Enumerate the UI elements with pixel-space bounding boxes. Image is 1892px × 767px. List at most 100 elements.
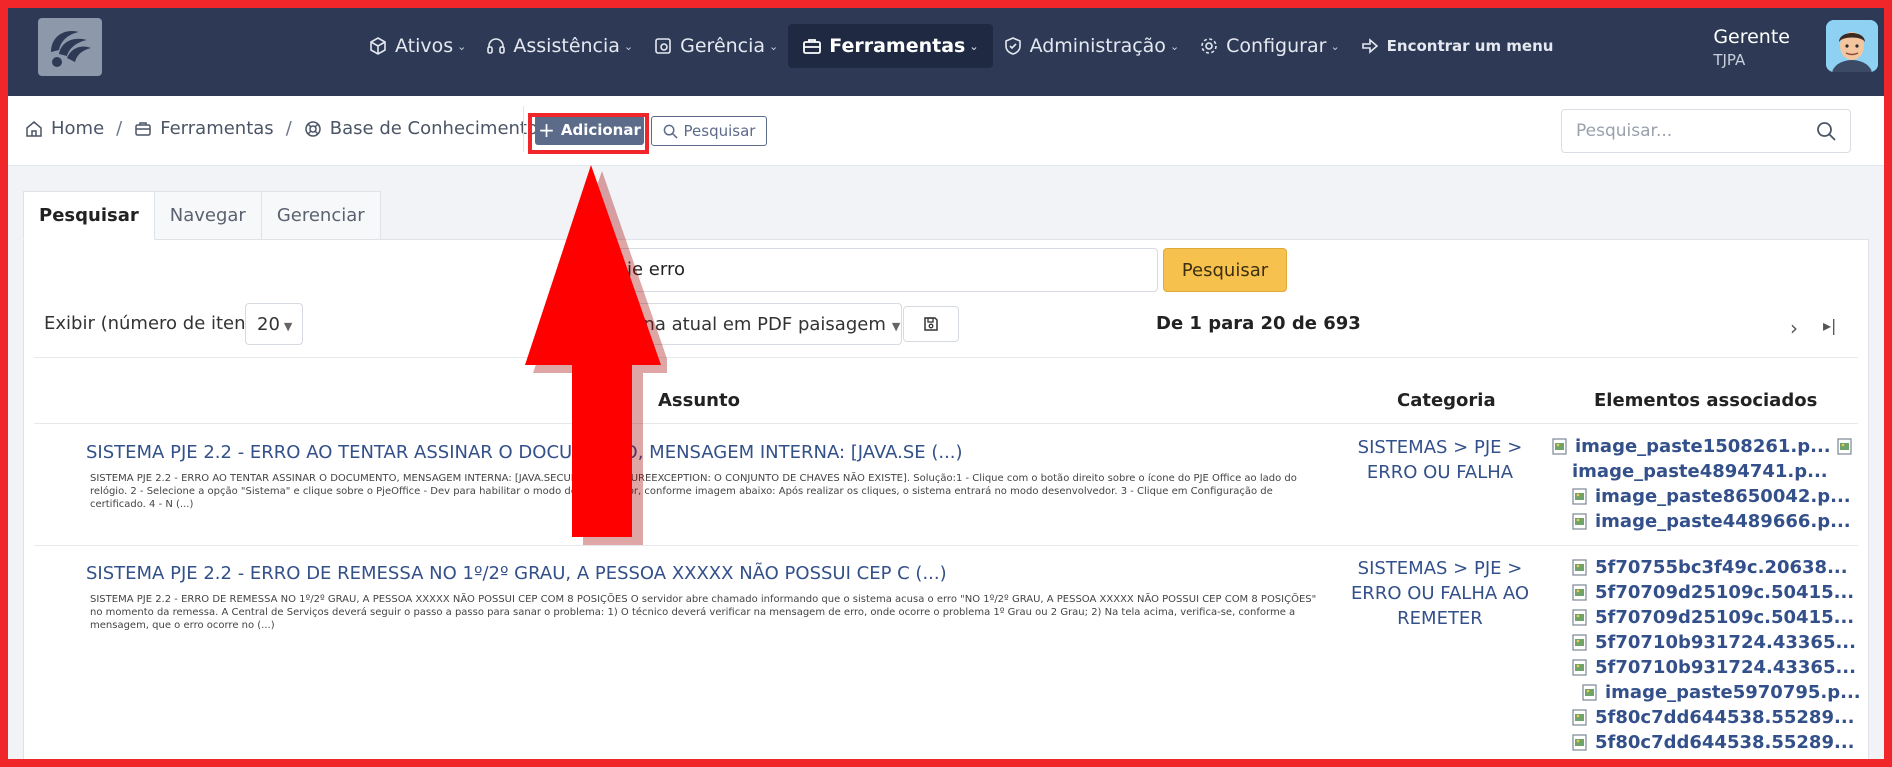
attachment-name: image_paste4894741.p... [1572,461,1828,482]
tab-browse[interactable]: Navegar [154,191,262,240]
image-file-icon [1552,438,1569,455]
attachment-link[interactable]: 5f70710b931724.43365... [1552,630,1860,655]
export-save-button[interactable] [903,306,959,342]
image-file-icon [1582,684,1599,701]
column-category[interactable]: Categoria [1397,390,1496,411]
tab-search[interactable]: Pesquisar [23,191,155,240]
briefcase-icon [802,36,822,56]
shield-icon [1003,36,1023,56]
attachment-link[interactable]: image_paste8650042.p... [1552,484,1860,509]
attachment-link[interactable]: image_paste5970795.p... [1552,680,1861,705]
avatar[interactable] [1826,20,1878,72]
attachment-name: image_paste1508261.p... [1575,436,1831,457]
user-info[interactable]: Gerente TJPA [1713,26,1790,69]
annotation-arrow-icon [525,165,667,545]
row-divider [34,545,1858,546]
kb-item-attachments: image_paste1508261.p... image_paste48947… [1552,434,1860,534]
attachment-link[interactable]: image_paste1508261.p... [1552,434,1860,459]
global-search [1561,109,1851,153]
breadcrumb-tools[interactable]: Ferramentas [160,118,273,139]
attachment-name: image_paste4489666.p... [1595,511,1851,532]
items-count-label: Exibir (número de itens) [44,313,262,334]
headset-icon [486,36,506,56]
image-file-icon [1837,438,1854,455]
menu-administracao[interactable]: Administração ⌄ [993,24,1190,68]
arrow-right-icon [1360,36,1380,56]
attachment-name: 5f80c7dd644538.55289... [1595,732,1855,753]
search-query-input[interactable]: je erro [614,248,1158,292]
page-toolbar: Home / Ferramentas / Base de Conheciment… [0,96,1892,166]
attachment-link[interactable]: image_paste4489666.p... [1552,509,1860,534]
cog-icon [1199,36,1219,56]
kb-item-attachments: 5f70755bc3f49c.20638... 5f70709d25109c.5… [1552,555,1861,755]
attachment-link[interactable]: 5f80c7dd644538.55289... [1552,705,1860,730]
column-subject[interactable]: Assunto [658,390,740,411]
menu-gerencia-label: Gerência [680,35,766,57]
menu-administracao-label: Administração [1029,35,1166,57]
image-file-icon [1572,513,1589,530]
caret-down-icon: ▼ [891,320,901,333]
image-file-icon [1572,584,1589,601]
attachment-link[interactable]: 5f70710b931724.43365... [1552,655,1860,680]
chevron-down-icon: ⌄ [1330,39,1340,53]
image-file-icon [1572,659,1589,676]
menu-ferramentas-label: Ferramentas [829,35,966,57]
menu-configurar[interactable]: Configurar ⌄ [1189,24,1350,68]
kb-item-subject-link[interactable]: SISTEMA PJE 2.2 - ERRO DE REMESSA NO 1º/… [86,563,947,584]
menu-configurar-label: Configurar [1226,35,1327,57]
tab-manage[interactable]: Gerenciar [261,191,381,240]
breadcrumb: Home / Ferramentas / Base de Conheciment… [25,118,538,139]
find-menu-link[interactable]: Encontrar um menu [1350,24,1564,68]
chevron-down-icon: ⌄ [769,39,779,53]
column-attachments: Elementos associados [1594,390,1818,411]
menu-gerencia[interactable]: Gerência ⌄ [643,24,788,68]
next-page-icon[interactable]: › [1790,316,1798,340]
last-page-icon[interactable]: ▸| [1823,316,1836,335]
attachment-name: 5f70709d25109c.50415... [1595,582,1855,603]
lifebuoy-icon [304,120,322,138]
category-line: ERRO OU FALHA AO [1350,583,1530,604]
breadcrumb-knowledge-base[interactable]: Base de Conhecimento [330,118,538,139]
attachment-name: 5f70709d25109c.50415... [1595,607,1855,628]
image-file-icon [1572,709,1589,726]
attachment-name: image_paste5970795.p... [1605,682,1861,703]
global-search-input[interactable] [1562,110,1802,152]
save-icon [923,316,939,332]
category-line: REMETER [1397,608,1483,629]
attachment-name: 5f80c7dd644538.55289... [1595,707,1855,728]
attachment-link[interactable]: image_paste4894741.p... [1552,459,1860,484]
attachment-link[interactable]: 5f80c7dd644538.55289... [1552,730,1860,755]
search-toggle-label: Pesquisar [683,122,756,140]
highlight-box [528,113,649,154]
attachment-link[interactable]: 5f70709d25109c.50415... [1552,580,1860,605]
kb-item-category[interactable]: SISTEMAS > PJE > ERRO OU FALHA [1338,435,1542,485]
user-org: TJPA [1713,51,1746,69]
user-name: Gerente [1713,26,1790,48]
menu-assistencia-label: Assistência [513,35,620,57]
home-icon [25,120,43,138]
search-icon[interactable] [1816,121,1836,141]
image-file-icon [1572,734,1589,751]
search-toggle-button[interactable]: Pesquisar [651,116,767,146]
chevron-down-icon: ⌄ [969,39,979,53]
tab-bar: Pesquisar Navegar Gerenciar [23,191,381,240]
menu-assistencia[interactable]: Assistência ⌄ [476,24,643,68]
logo-icon [51,30,91,67]
items-count-select[interactable]: 20 ▼ [245,303,303,345]
kb-item-snippet: SISTEMA PJE 2.2 - ERRO DE REMESSA NO 1º/… [90,594,1317,631]
kb-item-category[interactable]: SISTEMAS > PJE > ERRO OU FALHA AO REMETE… [1338,556,1542,631]
attachment-link[interactable]: 5f70709d25109c.50415... [1552,605,1860,630]
category-line: SISTEMAS > PJE > [1357,437,1523,458]
app-logo[interactable] [38,18,102,76]
menu-ferramentas[interactable]: Ferramentas ⌄ [788,24,993,68]
search-submit-button[interactable]: Pesquisar [1163,248,1287,292]
breadcrumb-home[interactable]: Home [51,118,104,139]
cube-icon [368,36,388,56]
menu-ativos[interactable]: Ativos ⌄ [358,24,476,68]
attachment-name: 5f70710b931724.43365... [1595,632,1856,653]
attachment-name: 5f70755bc3f49c.20638... [1595,557,1848,578]
attachment-link[interactable]: 5f70755bc3f49c.20638... [1552,555,1860,580]
toolbar-divider [523,106,524,152]
breadcrumb-separator: / [285,118,292,139]
briefcase-icon [134,120,152,138]
